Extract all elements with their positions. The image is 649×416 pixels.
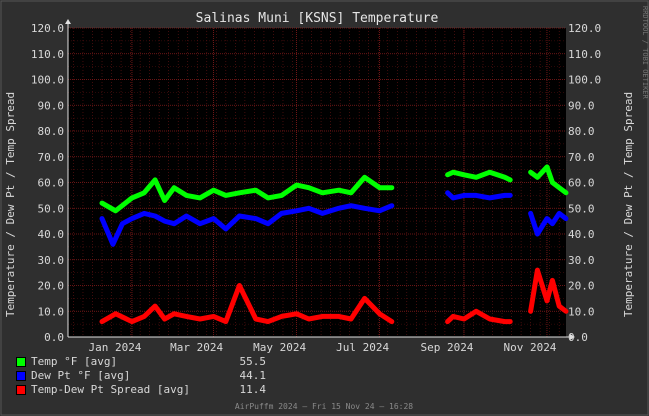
y-tick-label-right: 60.0 (568, 177, 595, 190)
y-axis-label-right: Temperature / Dew Pt / Temp Spread (622, 92, 635, 317)
y-tick-label-left: 100.0 (31, 74, 64, 87)
y-tick-label-left: 30.0 (38, 254, 65, 267)
y-tick-label-right: 120.0 (568, 22, 601, 35)
temperature-chart: 0.0 0.0 10.0 10.0 20.0 20.0 30.0 30.0 40.0 40.0 50… (0, 0, 649, 416)
y-tick-label-left: 120.0 (31, 22, 64, 35)
x-tick-label: May 2024 (253, 341, 306, 354)
y-tick-label-left: 10.0 (38, 305, 65, 318)
y-tick-label-right: 90.0 (568, 99, 595, 112)
legend-spread: Temp-Dew Pt Spread [avg] 11.4 (16, 383, 266, 397)
y-tick-label-right: 20.0 (568, 280, 595, 293)
x-tick-label: Sep 2024 (420, 341, 473, 354)
legend-dewpt-avg: 44.1 (239, 369, 267, 382)
footer-text: AirPuffm 2024 – Fri 15 Nov 24 – 16:28 (235, 402, 413, 411)
chart-title: Salinas Muni [KSNS] Temperature (196, 11, 439, 26)
y-axis-label-left: Temperature / Dew Pt / Temp Spread (4, 92, 17, 317)
y-tick-label-right: 40.0 (568, 228, 595, 241)
legend-dewpt-swatch (16, 371, 26, 381)
x-tick-label: Jul 2024 (336, 341, 389, 354)
y-tick-label-right: 110.0 (568, 48, 601, 61)
y-tick-label-left: 50.0 (38, 202, 65, 215)
legend-temp-avg: 55.5 (239, 355, 267, 368)
x-tick-label: Nov 2024 (503, 341, 556, 354)
y-tick-label-left: 40.0 (38, 228, 65, 241)
y-tick-label-left: 20.0 (38, 280, 65, 293)
legend-dewpt-label: Dew Pt °F [avg] (31, 369, 131, 382)
y-tick-label-right: 80.0 (568, 125, 595, 138)
legend: Temp °F [avg] 55.5 Dew Pt °F [avg] 44.1 … (16, 355, 266, 397)
y-tick-label-left: 80.0 (38, 125, 65, 138)
x-tick-label: Jan 2024 (88, 341, 141, 354)
y-tick-label-left: 0.0 (44, 331, 64, 344)
y-tick-label-left: 70.0 (38, 151, 65, 164)
legend-spread-avg: 11.4 (239, 383, 267, 396)
legend-spread-swatch (16, 385, 26, 395)
y-tick-label-right: 100.0 (568, 74, 601, 87)
y-tick-label-right: 0.0 (568, 331, 588, 344)
y-tick-label-right: 10.0 (568, 305, 595, 318)
legend-temp-swatch (16, 357, 26, 367)
legend-dewpt: Dew Pt °F [avg] 44.1 (16, 369, 266, 383)
y-tick-label-right: 70.0 (568, 151, 595, 164)
y-tick-label-right: 30.0 (568, 254, 595, 267)
y-tick-label-left: 110.0 (31, 48, 64, 61)
legend-spread-label: Temp-Dew Pt Spread [avg] (31, 383, 190, 396)
y-tick-label-left: 60.0 (38, 177, 65, 190)
y-tick-label-left: 90.0 (38, 99, 65, 112)
y-tick-label-right: 50.0 (568, 202, 595, 215)
x-tick-label: Mar 2024 (170, 341, 223, 354)
rrdtool-watermark: RRDTOOL / TOBI OETIKER (641, 6, 649, 100)
legend-temp: Temp °F [avg] 55.5 (16, 355, 266, 369)
legend-temp-label: Temp °F [avg] (31, 355, 118, 368)
